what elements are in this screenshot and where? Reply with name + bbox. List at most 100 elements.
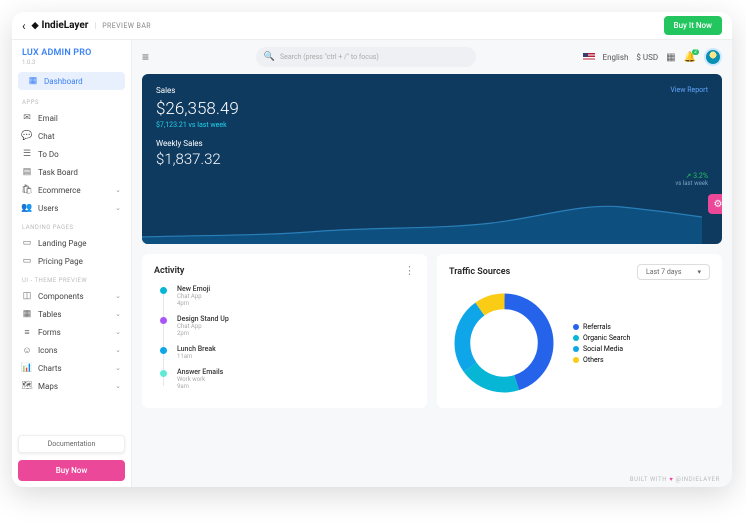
activity-item-title: Design Stand Up <box>177 315 229 323</box>
app-version: 1.0.3 <box>22 59 121 66</box>
preview-label: PREVIEW BAR <box>102 22 151 30</box>
activity-item[interactable]: Design Stand UpChat App2pm <box>160 315 415 337</box>
chevron-down-icon: ▾ <box>697 268 701 276</box>
sidebar-item-maps[interactable]: 🗺Maps⌄ <box>12 377 131 395</box>
preview-bar: ‹ IndieLayer | PREVIEW BAR Buy It Now <box>12 12 732 40</box>
buy-now-button[interactable]: Buy Now <box>18 460 125 481</box>
legend-item: Social Media <box>573 345 630 353</box>
pricing-icon: ▭ <box>22 256 32 266</box>
weekly-sales-amount: $1,837.32 <box>156 150 708 168</box>
activity-card: Activity ⋮ New EmojiChat App4pmDesign St… <box>142 254 427 408</box>
notification-badge: 2 <box>692 49 699 55</box>
sidebar-item-tables[interactable]: ▦Tables⌄ <box>12 305 131 323</box>
chat-icon: 💬 <box>22 131 32 141</box>
sidebar-item-pricing[interactable]: ▭Pricing Page <box>12 252 131 270</box>
forms-icon: ≡ <box>22 327 32 337</box>
sidebar-item-todo[interactable]: ☰To Do <box>12 145 131 163</box>
flag-icon[interactable] <box>583 53 595 61</box>
activity-item[interactable]: Answer EmailsWork work9am <box>160 368 415 390</box>
sidebar-item-ecommerce[interactable]: 🛍Ecommerce⌄ <box>12 181 131 199</box>
activity-item-time: 9am <box>177 383 223 390</box>
back-icon[interactable]: ‹ <box>22 19 26 33</box>
landing-icon: ▭ <box>22 238 32 248</box>
sales-sparkline <box>142 189 702 244</box>
footer: BUILT WITH ♥ @INDIELAYER <box>132 472 732 487</box>
sidebar-item-icons[interactable]: ☺Icons⌄ <box>12 341 131 359</box>
weekly-sales-title: Weekly Sales <box>156 139 708 148</box>
chevron-down-icon: ⌄ <box>115 328 121 336</box>
sales-amount: $26,358.49 <box>156 99 708 119</box>
maps-icon: 🗺 <box>22 381 32 391</box>
icons-icon: ☺ <box>22 345 32 355</box>
legend-dot <box>573 324 579 330</box>
currency-selector[interactable]: $ USD <box>636 53 658 62</box>
activity-dot <box>160 370 167 377</box>
apps-grid-icon[interactable]: ▦ <box>666 52 675 63</box>
chevron-down-icon: ⌄ <box>115 292 121 300</box>
search-icon: 🔍 <box>264 52 275 62</box>
sidebar: LUX ADMIN PRO 1.0.3 ▦ Dashboard APPS ✉Em… <box>12 40 132 487</box>
traffic-card: Traffic Sources Last 7 days ▾ <box>437 254 722 408</box>
sidebar-item-charts[interactable]: 📊Charts⌄ <box>12 359 131 377</box>
legend-label: Others <box>583 356 604 364</box>
settings-fab[interactable]: ⚙ <box>708 194 722 214</box>
search-input[interactable]: 🔍 Search (press "ctrl + /" to focus) <box>256 47 476 67</box>
legend-label: Social Media <box>583 345 623 353</box>
traffic-title: Traffic Sources <box>449 267 510 277</box>
section-apps: APPS <box>12 92 131 109</box>
traffic-donut-chart <box>449 288 559 398</box>
sidebar-item-taskboard[interactable]: ▤Task Board <box>12 163 131 181</box>
charts-icon: 📊 <box>22 363 32 373</box>
buy-it-now-button[interactable]: Buy It Now <box>664 16 722 35</box>
legend-item: Others <box>573 356 630 364</box>
sidebar-item-forms[interactable]: ≡Forms⌄ <box>12 323 131 341</box>
activity-item-time: 2pm <box>177 330 229 337</box>
sidebar-item-users[interactable]: 👥Users⌄ <box>12 199 131 217</box>
activity-dot <box>160 317 167 324</box>
language-selector[interactable]: English <box>603 53 629 62</box>
topbar: ≡ 🔍 Search (press "ctrl + /" to focus) E… <box>132 40 732 74</box>
email-icon: ✉ <box>22 113 32 123</box>
chevron-down-icon: ⌄ <box>115 186 121 194</box>
sidebar-item-dashboard[interactable]: ▦ Dashboard <box>18 72 125 90</box>
activity-item-title: Answer Emails <box>177 368 223 376</box>
date-range-dropdown[interactable]: Last 7 days ▾ <box>637 264 710 280</box>
chevron-down-icon: ⌄ <box>115 364 121 372</box>
legend-label: Organic Search <box>583 334 630 342</box>
footer-author[interactable]: @INDIELAYER <box>675 476 720 483</box>
activity-dot <box>160 347 167 354</box>
menu-icon[interactable]: ≡ <box>142 50 149 64</box>
activity-item-sub: Chat App <box>177 323 229 330</box>
sidebar-item-landing[interactable]: ▭Landing Page <box>12 234 131 252</box>
chevron-down-icon: ⌄ <box>115 204 121 212</box>
view-report-link[interactable]: View Report <box>670 86 708 95</box>
legend-label: Referrals <box>583 323 611 331</box>
activity-item[interactable]: New EmojiChat App4pm <box>160 285 415 307</box>
avatar[interactable] <box>704 48 722 66</box>
activity-item-time: 4pm <box>177 300 210 307</box>
app-title: LUX ADMIN PRO <box>22 48 121 58</box>
legend-dot <box>573 335 579 341</box>
sidebar-item-email[interactable]: ✉Email <box>12 109 131 127</box>
activity-item-title: New Emoji <box>177 285 210 293</box>
activity-item-title: Lunch Break <box>177 345 216 353</box>
legend-dot <box>573 346 579 352</box>
todo-icon: ☰ <box>22 149 32 159</box>
traffic-legend: Referrals Organic Search Social Media Other… <box>573 323 630 364</box>
sidebar-item-chat[interactable]: 💬Chat <box>12 127 131 145</box>
trend-label: vs last week <box>675 180 708 187</box>
chevron-down-icon: ⌄ <box>115 310 121 318</box>
section-theme: UI - THEME PREVIEW <box>12 270 131 287</box>
activity-item-sub: Work work <box>177 376 223 383</box>
more-icon[interactable]: ⋮ <box>404 264 415 277</box>
bell-icon[interactable]: 🔔2 <box>684 52 696 63</box>
documentation-button[interactable]: Documentation <box>18 435 125 453</box>
sales-comparison: $7,123.21 vs last week <box>156 121 708 129</box>
activity-item-sub: Chat App <box>177 293 210 300</box>
sidebar-item-components[interactable]: ◫Components⌄ <box>12 287 131 305</box>
chevron-down-icon: ⌄ <box>115 346 121 354</box>
activity-item[interactable]: Lunch Break11am <box>160 345 415 360</box>
gear-icon: ⚙ <box>714 199 722 210</box>
dashboard-icon: ▦ <box>28 76 38 86</box>
brand-logo[interactable]: IndieLayer <box>32 20 89 31</box>
